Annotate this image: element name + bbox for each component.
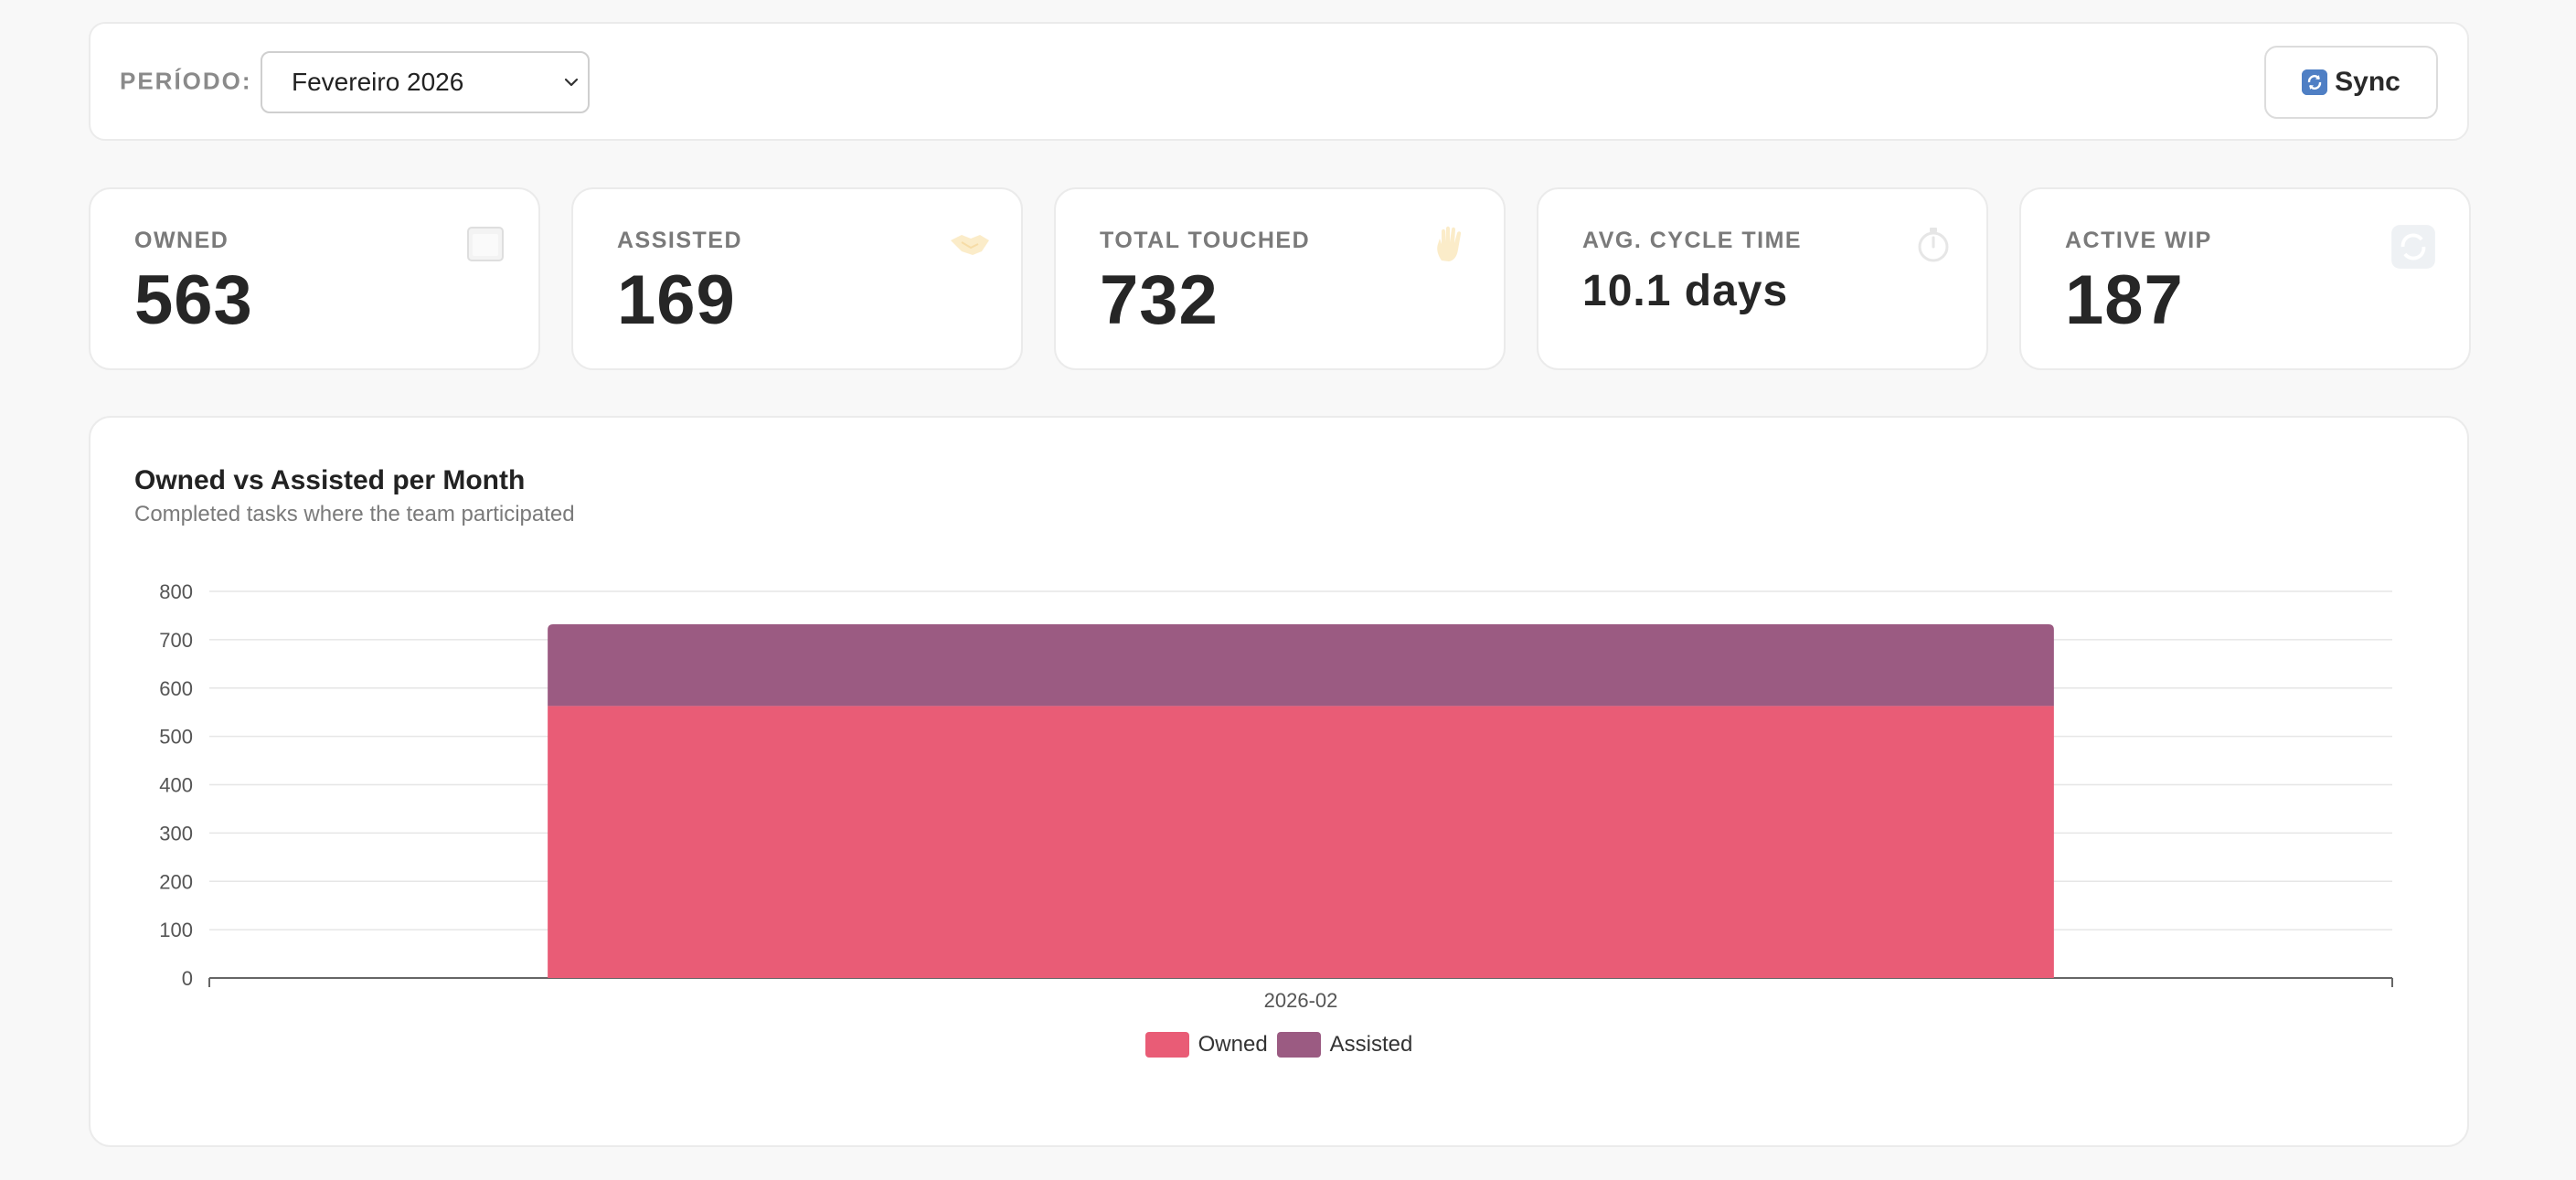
period-label: PERÍODO:	[120, 67, 252, 95]
y-tick-label: 0	[182, 967, 193, 990]
y-tick-label: 300	[159, 822, 193, 845]
y-tick-label: 800	[159, 580, 193, 603]
kpi-value: 732	[1100, 261, 1219, 339]
y-tick-label: 200	[159, 870, 193, 893]
filter-bar: PERÍODO: Fevereiro 2026 Sync	[89, 22, 2469, 141]
legend-item-assisted[interactable]: Assisted	[1276, 1032, 1413, 1058]
kpi-card-owned: OWNED 563	[89, 187, 540, 370]
chart-card: Owned vs Assisted per Month Completed ta…	[89, 416, 2469, 1147]
kpi-value: 169	[617, 261, 736, 339]
stopwatch-icon	[1918, 228, 1949, 262]
hand-icon	[1437, 226, 1462, 261]
kpi-card-avg-cycle-time: AVG. CYCLE TIME 10.1 days	[1537, 187, 1988, 370]
kpi-card-active-wip: ACTIVE WIP 187	[2019, 187, 2471, 370]
bar-assisted	[548, 623, 2054, 707]
handshake-icon	[951, 235, 989, 255]
kpi-label: TOTAL TOUCHED	[1100, 228, 1311, 253]
legend-swatch-owned	[1144, 1032, 1189, 1058]
refresh-icon	[2391, 225, 2435, 269]
sync-button[interactable]: Sync	[2264, 46, 2438, 119]
period-select[interactable]: Fevereiro 2026	[261, 51, 590, 113]
kpi-label: ASSISTED	[617, 228, 743, 253]
legend-label-owned: Owned	[1198, 1032, 1268, 1057]
y-tick-label: 500	[159, 726, 193, 749]
y-tick-label: 700	[159, 629, 193, 652]
kpi-card-total-touched: TOTAL TOUCHED 732	[1054, 187, 1506, 370]
kpi-row: OWNED 563 ASSISTED 169 TOTAL TOUCHED 732…	[89, 187, 2471, 370]
sync-label: Sync	[2335, 67, 2400, 97]
kpi-label: AVG. CYCLE TIME	[1582, 228, 1803, 253]
sync-icon	[2302, 69, 2328, 95]
period-select-value: Fevereiro 2026	[292, 68, 464, 96]
chevron-down-icon	[564, 78, 579, 87]
bar-owned	[548, 706, 2054, 978]
dashboard-page: PERÍODO: Fevereiro 2026 Sync OWNED 563 A…	[0, 0, 2576, 1180]
kpi-card-assisted: ASSISTED 169	[571, 187, 1023, 370]
chart-legend: Owned Assisted	[90, 1032, 2467, 1058]
legend-label-assisted: Assisted	[1329, 1032, 1413, 1057]
kpi-label: OWNED	[134, 228, 229, 253]
legend-item-owned[interactable]: Owned	[1144, 1032, 1268, 1058]
kpi-value: 10.1 days	[1582, 267, 1789, 315]
legend-swatch-assisted	[1276, 1032, 1321, 1058]
clipboard-icon	[467, 227, 504, 261]
kpi-value: 187	[2065, 261, 2184, 339]
kpi-label: ACTIVE WIP	[2065, 228, 2212, 253]
kpi-value: 563	[134, 261, 253, 339]
x-tick-label: 2026-02	[1264, 989, 1338, 1012]
y-tick-label: 600	[159, 677, 193, 700]
y-tick-label: 400	[159, 774, 193, 797]
y-tick-label: 100	[159, 919, 193, 941]
